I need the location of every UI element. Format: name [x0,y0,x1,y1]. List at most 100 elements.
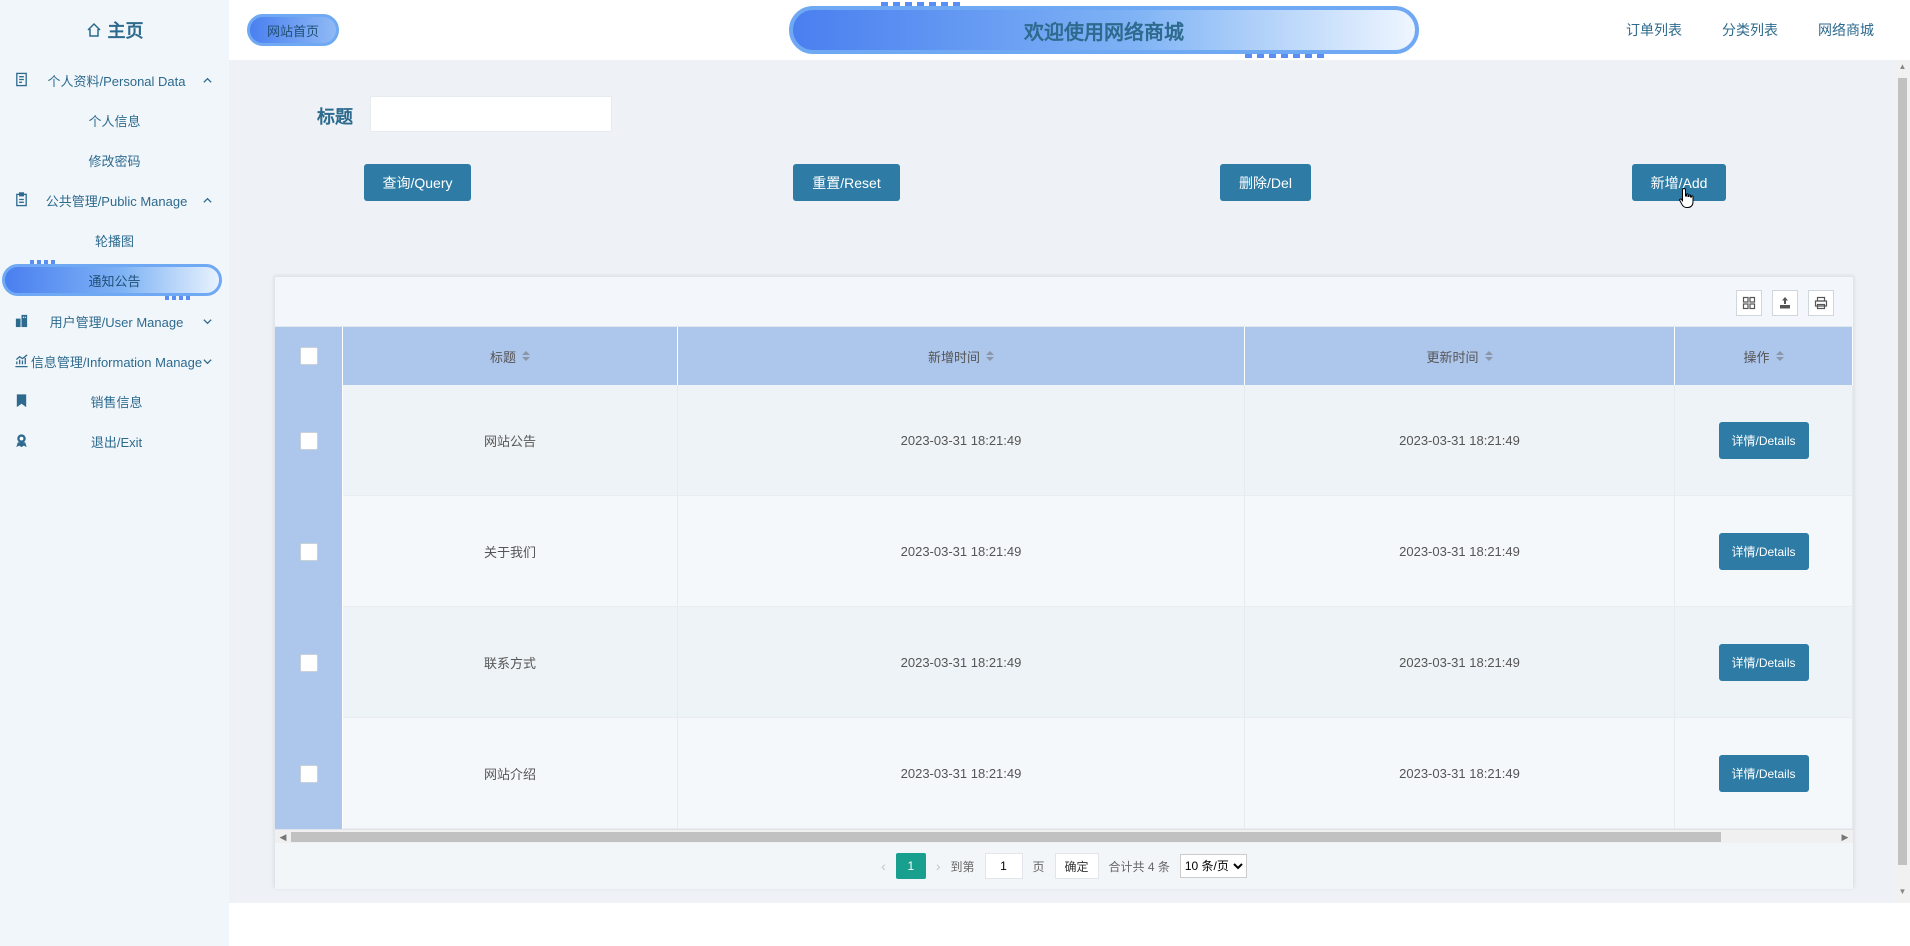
export-tool[interactable] [1772,290,1798,316]
cell-created: 2023-03-31 18:21:49 [678,385,1245,496]
cell-actions: 详情/Details [1675,607,1853,718]
sidebar-group-personal-data[interactable]: 个人资料/Personal Data [0,60,229,100]
cell-created: 2023-03-31 18:21:49 [678,607,1245,718]
export-icon [1780,297,1790,309]
goto-page-input[interactable] [984,853,1023,879]
sidebar-item-change-password[interactable]: 修改密码 [0,140,229,180]
column-header-actions[interactable]: 操作 [1675,327,1853,385]
scroll-right-icon[interactable]: ▶ [1840,832,1850,842]
print-icon [1814,296,1828,310]
scroll-down-icon[interactable]: ▼ [1895,887,1910,901]
sidebar-item-exit[interactable]: 退出/Exit [0,421,229,461]
decorative-dots [30,260,58,264]
page-size-select[interactable]: 10 条/页 [1179,854,1247,878]
details-button[interactable]: 详情/Details [1718,422,1809,459]
sidebar-group-public-manage[interactable]: 公共管理/Public Manage [0,180,229,220]
details-button[interactable]: 详情/Details [1718,755,1809,792]
columns-icon [1742,296,1756,310]
sidebar-item-label: 个人信息 [88,113,141,129]
sidebar: 主页 个人资料/Personal Data 个人信息 修改密码 公共管理/Pub… [0,0,229,946]
row-select-cell [275,607,343,718]
sidebar-group-user-manage[interactable]: 用户管理/User Manage [0,301,229,341]
sort-icon[interactable] [522,351,530,361]
print-tool[interactable] [1808,290,1834,316]
column-filter-tool[interactable] [1736,290,1762,316]
prev-page-icon[interactable]: ‹ [881,858,886,874]
column-header-created[interactable]: 新增时间 [678,327,1245,385]
sort-icon[interactable] [1484,351,1493,361]
next-page-icon[interactable]: › [936,858,941,874]
details-button[interactable]: 详情/Details [1718,533,1809,570]
sort-icon[interactable] [1775,351,1784,361]
table-row: 网站介绍 2023-03-31 18:21:49 2023-03-31 18:2… [275,718,1853,829]
nav-category-list[interactable]: 分类列表 [1722,20,1778,40]
sidebar-group-label: 用户管理/User Manage [49,314,184,330]
column-header-label: 新增时间 [927,349,980,365]
scroll-left-icon[interactable]: ◀ [278,832,288,842]
row-checkbox[interactable] [299,431,318,450]
table-toolbar [275,277,1853,327]
cell-title: 网站公告 [343,385,678,496]
row-checkbox[interactable] [299,764,318,783]
menu-group-personal: 个人资料/Personal Data 个人信息 修改密码 [0,60,229,180]
cell-updated: 2023-03-31 18:21:49 [1245,607,1675,718]
select-all-checkbox[interactable] [299,347,318,365]
scrollbar-thumb[interactable] [1898,78,1907,865]
site-home-label: 网站首页 [266,23,319,39]
query-button[interactable]: 查询/Query [364,164,471,201]
delete-button[interactable]: 删除/Del [1220,164,1311,201]
search-title-input[interactable] [370,96,612,132]
goto-confirm-button[interactable]: 确定 [1054,853,1099,879]
sort-icon[interactable] [986,351,994,361]
nav-order-list[interactable]: 订单列表 [1626,20,1682,40]
search-title-label: 标题 [317,107,353,127]
column-header-updated[interactable]: 更新时间 [1245,327,1675,385]
cell-title: 关于我们 [343,496,678,607]
banner-title: 欢迎使用网络商城 [1024,21,1184,44]
chevron-down-icon [203,319,212,325]
reset-button[interactable]: 重置/Reset [793,164,900,201]
decorative-dots [1245,54,1325,58]
row-select-cell [275,385,343,496]
sidebar-item-carousel[interactable]: 轮播图 [0,220,229,260]
cell-title: 联系方式 [343,607,678,718]
total-count: 合计共 4 条 [1108,859,1170,874]
chevron-down-icon [203,359,212,365]
cell-actions: 详情/Details [1675,718,1853,829]
table-row: 联系方式 2023-03-31 18:21:49 2023-03-31 18:2… [275,607,1853,718]
sidebar-item-personal-info[interactable]: 个人信息 [0,100,229,140]
decorative-dots [881,2,961,6]
cell-title: 网站介绍 [343,718,678,829]
header-select-all [275,327,343,385]
row-checkbox[interactable] [299,542,318,561]
site-home-link[interactable]: 网站首页 [247,14,339,46]
sidebar-item-label: 退出/Exit [90,434,143,450]
column-header-title[interactable]: 标题 [343,327,678,385]
details-button[interactable]: 详情/Details [1718,644,1809,681]
table-header: 标题 新增时间 更新时间 操作 [275,327,1853,385]
page-number-current[interactable]: 1 [895,853,926,879]
cell-actions: 详情/Details [1675,385,1853,496]
sidebar-group-label: 个人资料/Personal Data [47,73,186,89]
cell-created: 2023-03-31 18:21:49 [678,496,1245,607]
sidebar-group-information-manage[interactable]: 信息管理/Information Manage [0,341,229,381]
row-select-cell [275,496,343,607]
nav-online-mall[interactable]: 网络商城 [1818,20,1874,40]
scrollbar-thumb[interactable] [291,832,1721,842]
column-header-label: 操作 [1743,349,1770,365]
sidebar-home[interactable]: 主页 [0,0,229,60]
cell-updated: 2023-03-31 18:21:49 [1245,385,1675,496]
home-icon [86,22,101,37]
sidebar-item-sales-info[interactable]: 销售信息 [0,381,229,421]
scroll-up-icon[interactable]: ▲ [1895,62,1910,76]
decorative-dots [165,296,193,300]
sidebar-home-label: 主页 [107,21,144,41]
row-select-cell [275,718,343,829]
sidebar-group-label: 公共管理/Public Manage [45,193,188,209]
pagination: ‹ 1 › 到第 页 确定 合计共 4 条 10 条/页 [275,843,1853,889]
sidebar-item-notice[interactable]: 通知公告 [0,260,229,300]
horizontal-scrollbar[interactable]: ◀ ▶ [275,829,1853,843]
vertical-scrollbar[interactable]: ▲ ▼ [1895,60,1910,903]
table-row: 网站公告 2023-03-31 18:21:49 2023-03-31 18:2… [275,385,1853,496]
row-checkbox[interactable] [299,653,318,672]
